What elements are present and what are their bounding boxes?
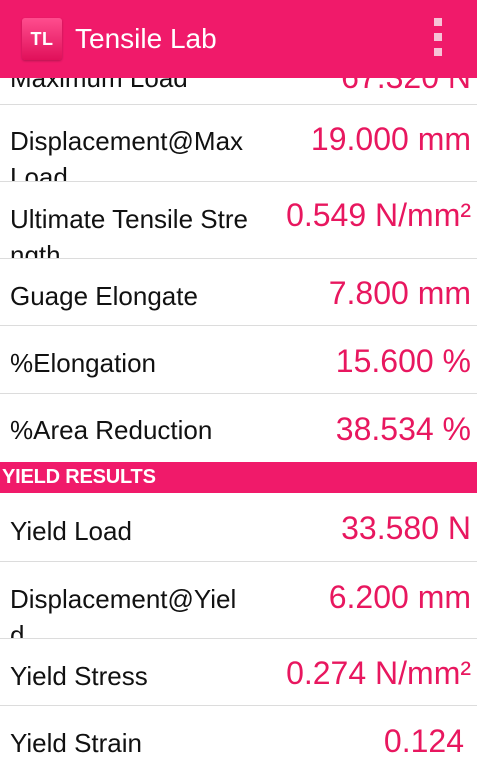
yield-label: Displacement@Yield	[10, 584, 237, 639]
yield-value: 33.580 N	[341, 510, 471, 546]
result-row-displacement-max-load: Displacement@Max Load 19.000 mm	[0, 105, 477, 182]
overflow-dot	[434, 18, 442, 26]
result-row-percent-area-reduction: %Area Reduction 38.534 %	[0, 394, 477, 461]
yield-value: 6.200 mm	[328, 579, 471, 615]
result-label: %Area Reduction	[10, 415, 213, 445]
yield-row-yield-load: Yield Load 33.580 N	[0, 493, 477, 562]
result-value: 19.000 mm	[310, 121, 471, 157]
overflow-dot	[434, 33, 442, 41]
yield-value: 0.274 N/mm²	[286, 655, 471, 691]
result-value: 15.600 %	[335, 343, 471, 379]
result-row-guage-elongate: Guage Elongate 7.800 mm	[0, 259, 477, 326]
tensile-lab-screen: Maximum Load 67.320 N Displacement@Max L…	[0, 0, 477, 758]
result-label: Guage Elongate	[10, 281, 198, 311]
result-value: 0.549 N/mm²	[286, 197, 471, 233]
yield-label: Yield Stress	[10, 661, 148, 691]
yield-row-yield-strain: Yield Strain 0.124	[0, 706, 477, 758]
yield-results-header: YIELD RESULTS	[0, 462, 477, 493]
yield-row-yield-stress: Yield Stress 0.274 N/mm²	[0, 639, 477, 706]
result-row-percent-elongation: %Elongation 15.600 %	[0, 326, 477, 394]
overflow-menu-icon[interactable]	[425, 18, 451, 58]
yield-value: 0.124	[383, 723, 464, 758]
result-value: 38.534 %	[335, 411, 471, 447]
app-bar: TL Tensile Lab	[0, 0, 477, 78]
result-row-ultimate-tensile-strength: Ultimate Tensile Strength 0.549 N/mm²	[0, 182, 477, 259]
yield-label: Yield Strain	[10, 728, 142, 758]
result-value: 7.800 mm	[328, 275, 471, 311]
result-label: Displacement@Max Load	[10, 126, 244, 182]
overflow-dot	[434, 48, 442, 56]
result-label: %Elongation	[10, 348, 156, 378]
results-list[interactable]: Maximum Load 67.320 N Displacement@Max L…	[0, 0, 477, 758]
app-title: Tensile Lab	[75, 23, 217, 54]
yield-row-displacement-yield: Displacement@Yield 6.200 mm	[0, 562, 477, 639]
app-logo-icon[interactable]: TL	[22, 18, 62, 60]
yield-label: Yield Load	[10, 516, 132, 546]
result-label: Ultimate Tensile Strength	[10, 204, 248, 259]
